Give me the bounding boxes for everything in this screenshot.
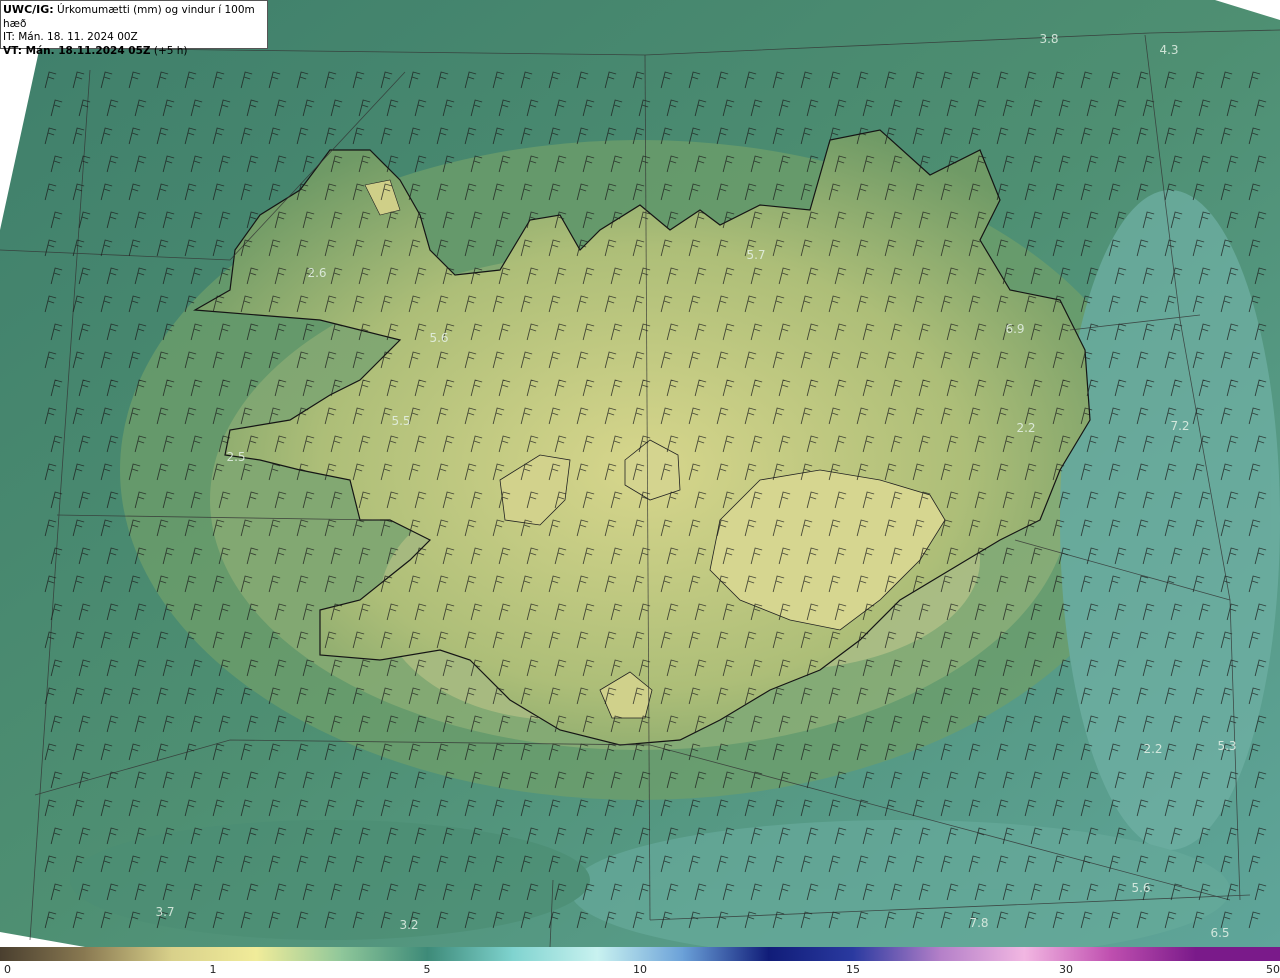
colorbar-segment	[341, 947, 428, 961]
colorbar-tick: 50	[1266, 963, 1280, 976]
contour-label: 2.6	[307, 266, 327, 280]
contour-label: 5.5	[391, 414, 411, 428]
colorbar-segment	[512, 947, 599, 961]
map-header: UWC/IG: Úrkomumætti (mm) og vindur í 100…	[0, 0, 268, 57]
map-title: UWC/IG: Úrkomumætti (mm) og vindur í 100…	[3, 3, 267, 31]
colorbar-tick: 5	[423, 963, 431, 976]
valid-time-offset: (+5 h)	[150, 44, 188, 57]
contour-label: 3.8	[1039, 32, 1059, 46]
colorbar-legend: 0 1 5 10 15 30 50	[0, 947, 1280, 978]
colorbar-segment	[256, 947, 343, 961]
colorbar-segment	[1194, 947, 1280, 961]
contour-label: 7.2	[1170, 419, 1190, 433]
colorbar-segment	[597, 947, 684, 961]
contour-label: 3.7	[155, 905, 175, 919]
contour-label: 5.3	[1217, 739, 1237, 753]
valid-time-date: VT: Mán. 18.11.2024 05Z	[3, 44, 151, 57]
colorbar	[0, 947, 1280, 961]
contour-label: 5.6	[429, 331, 449, 345]
contour-label: 3.2	[399, 918, 419, 932]
colorbar-tick: 30	[1059, 963, 1073, 976]
contour-label: 7.8	[969, 916, 989, 930]
contour-label: 4.3	[1159, 43, 1179, 57]
weather-map	[0, 0, 1280, 947]
colorbar-segment	[1109, 947, 1196, 961]
model-code: UWC/IG:	[3, 3, 54, 16]
colorbar-segment	[170, 947, 257, 961]
init-time: IT: Mán. 18. 11. 2024 00Z	[3, 31, 138, 43]
colorbar-segment	[1024, 947, 1111, 961]
colorbar-segment	[85, 947, 172, 961]
contour-label: 6.5	[1210, 926, 1230, 940]
colorbar-tick: 1	[209, 963, 217, 976]
colorbar-segment	[682, 947, 769, 961]
contour-label: 2.2	[1016, 421, 1036, 435]
colorbar-segment	[853, 947, 940, 961]
colorbar-tick: 15	[846, 963, 860, 976]
contour-label: 6.9	[1005, 322, 1025, 336]
contour-label: 5.7	[746, 248, 766, 262]
colorbar-tick: 10	[633, 963, 647, 976]
colorbar-tick: 0	[4, 963, 11, 976]
colorbar-segment	[426, 947, 513, 961]
colorbar-segment	[768, 947, 855, 961]
valid-time: VT: Mán. 18.11.2024 05Z (+5 h)	[3, 45, 267, 59]
contour-label: 5.6	[1131, 881, 1151, 895]
contour-label: 2.5	[226, 450, 246, 464]
colorbar-segment	[0, 947, 87, 961]
contour-label: 2.2	[1143, 742, 1163, 756]
colorbar-segment	[938, 947, 1025, 961]
